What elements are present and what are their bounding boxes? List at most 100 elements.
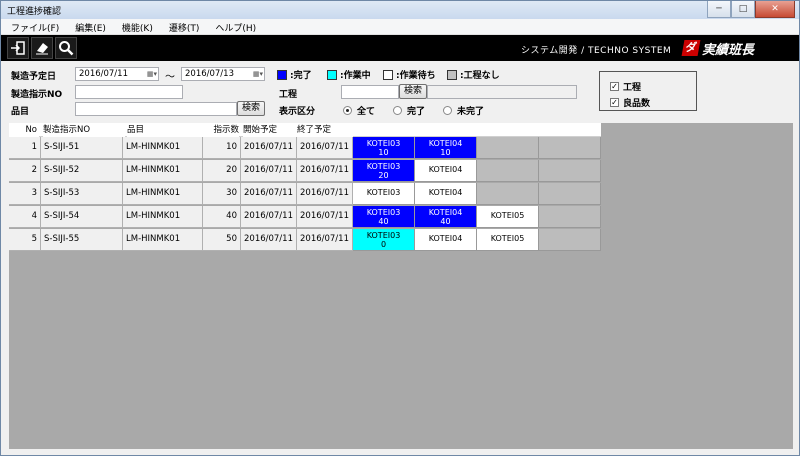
process-cell[interactable]: KOTEI04 10 bbox=[415, 137, 477, 159]
process-name-display bbox=[427, 85, 577, 99]
cell-no: 5 bbox=[9, 229, 41, 251]
process-name: KOTEI03 bbox=[366, 188, 401, 197]
process-search-button[interactable]: 検索 bbox=[399, 84, 427, 99]
process-cell[interactable]: KOTEI03 10 bbox=[353, 137, 415, 159]
cell-no: 4 bbox=[9, 206, 41, 228]
exit-button[interactable] bbox=[7, 37, 29, 59]
menu-function[interactable]: 機能(K) bbox=[112, 19, 159, 34]
radio-done-label: 完了 bbox=[407, 107, 426, 117]
cell-no: 3 bbox=[9, 183, 41, 205]
clear-button[interactable] bbox=[31, 37, 53, 59]
process-name: KOTEI04 bbox=[428, 234, 463, 243]
radio-undone-dot[interactable] bbox=[443, 106, 452, 115]
maximize-button[interactable]: □ bbox=[731, 1, 755, 18]
date-from-field[interactable]: 2016/07/11 ▦▾ bbox=[75, 67, 159, 81]
process-cell[interactable]: KOTEI03 bbox=[353, 183, 415, 205]
order-field[interactable] bbox=[75, 85, 183, 99]
app-logo: ダ 実績班長 bbox=[681, 38, 755, 58]
date-label: 製造予定日 bbox=[11, 72, 57, 82]
legend-waiting-label: :作業待ち bbox=[396, 71, 436, 81]
process-name: KOTEI04 bbox=[428, 208, 463, 217]
process-cell[interactable]: KOTEI05 bbox=[477, 206, 539, 228]
cell-qty: 10 bbox=[203, 137, 241, 159]
process-name: KOTEI03 bbox=[366, 139, 401, 148]
process-cell-empty bbox=[539, 137, 601, 159]
date-to-value: 2016/07/13 bbox=[185, 69, 234, 79]
process-field[interactable] bbox=[341, 85, 399, 99]
logo-text: 実績班長 bbox=[702, 42, 755, 58]
process-cell[interactable]: KOTEI04 bbox=[415, 160, 477, 182]
check-process-label: 工程 bbox=[623, 83, 642, 93]
header-start: 開始予定 bbox=[243, 123, 297, 137]
calendar-dropdown-icon[interactable]: ▦▾ bbox=[141, 69, 157, 79]
menu-edit[interactable]: 編集(E) bbox=[65, 19, 112, 34]
cell-start: 2016/07/11 bbox=[241, 206, 297, 228]
radio-undone[interactable]: 未完了 bbox=[443, 104, 484, 117]
process-cell[interactable]: KOTEI04 bbox=[415, 229, 477, 251]
radio-all[interactable]: 全て bbox=[343, 104, 375, 117]
date-separator: 〜 bbox=[165, 72, 175, 83]
cell-order: S-SIJI-55 bbox=[41, 229, 123, 251]
process-count: 40 bbox=[378, 217, 389, 226]
process-cell[interactable]: KOTEI04 40 bbox=[415, 206, 477, 228]
calendar-dropdown-icon[interactable]: ▦▾ bbox=[247, 69, 263, 79]
window-controls: ─ □ ✕ bbox=[707, 1, 795, 19]
menu-file[interactable]: ファイル(F) bbox=[1, 19, 65, 34]
legend-none-label: :工程なし bbox=[460, 71, 500, 81]
check-good-count[interactable]: ✓ 良品数 bbox=[610, 96, 650, 109]
header-item: 品目 bbox=[127, 123, 207, 137]
date-from-value: 2016/07/11 bbox=[79, 69, 128, 79]
legend-done-swatch bbox=[277, 69, 287, 80]
process-cell[interactable]: KOTEI05 bbox=[477, 229, 539, 251]
logo-mark: ダ bbox=[681, 40, 701, 56]
process-name: KOTEI04 bbox=[428, 165, 463, 174]
check-process-box[interactable]: ✓ bbox=[610, 82, 619, 91]
search-button[interactable] bbox=[55, 37, 77, 59]
minimize-button[interactable]: ─ bbox=[707, 1, 731, 18]
header-no: No bbox=[9, 123, 39, 137]
cell-end: 2016/07/11 bbox=[297, 229, 353, 251]
cell-item: LM-HINMK01 bbox=[123, 137, 203, 159]
search-icon bbox=[59, 41, 74, 56]
legend-working-label: :作業中 bbox=[340, 71, 371, 81]
title-bar: 工程進捗確認 ─ □ ✕ bbox=[1, 1, 799, 19]
process-cell[interactable]: KOTEI03 40 bbox=[353, 206, 415, 228]
cell-order: S-SIJI-54 bbox=[41, 206, 123, 228]
menu-help[interactable]: ヘルプ(H) bbox=[205, 19, 262, 34]
close-button[interactable]: ✕ bbox=[755, 1, 795, 18]
legend-done: :完了 bbox=[277, 68, 312, 81]
process-cell-empty bbox=[539, 183, 601, 205]
cell-start: 2016/07/11 bbox=[241, 160, 297, 182]
radio-done[interactable]: 完了 bbox=[393, 104, 425, 117]
cell-order: S-SIJI-53 bbox=[41, 183, 123, 205]
check-process[interactable]: ✓ 工程 bbox=[610, 80, 641, 93]
check-good-count-box[interactable]: ✓ bbox=[610, 98, 619, 107]
menu-bar: ファイル(F) 編集(E) 機能(K) 遷移(T) ヘルプ(H) bbox=[1, 19, 799, 35]
item-search-button[interactable]: 検索 bbox=[237, 101, 265, 116]
header-end: 終了予定 bbox=[297, 123, 353, 137]
radio-done-dot[interactable] bbox=[393, 106, 402, 115]
menu-transition[interactable]: 遷移(T) bbox=[159, 19, 206, 34]
process-cell-empty bbox=[539, 229, 601, 251]
exit-icon bbox=[11, 41, 25, 55]
process-count: 10 bbox=[440, 148, 451, 157]
legend-working-swatch bbox=[327, 69, 337, 80]
radio-undone-label: 未完了 bbox=[457, 107, 485, 117]
cell-item: LM-HINMK01 bbox=[123, 206, 203, 228]
process-name: KOTEI03 bbox=[366, 162, 401, 171]
cell-start: 2016/07/11 bbox=[241, 229, 297, 251]
process-cell[interactable]: KOTEI04 bbox=[415, 183, 477, 205]
process-cell[interactable]: KOTEI03 20 bbox=[353, 160, 415, 182]
legend-none-swatch bbox=[447, 69, 457, 80]
date-to-field[interactable]: 2016/07/13 ▦▾ bbox=[181, 67, 265, 81]
cell-start: 2016/07/11 bbox=[241, 183, 297, 205]
process-cell[interactable]: KOTEI03 0 bbox=[353, 229, 415, 251]
legend-waiting-swatch bbox=[383, 69, 393, 80]
process-cell-empty bbox=[539, 160, 601, 182]
item-field[interactable] bbox=[75, 102, 237, 116]
cell-item: LM-HINMK01 bbox=[123, 229, 203, 251]
radio-all-dot[interactable] bbox=[343, 106, 352, 115]
process-name: KOTEI03 bbox=[366, 208, 401, 217]
process-name: KOTEI05 bbox=[490, 211, 525, 220]
legend-working: :作業中 bbox=[327, 68, 371, 81]
